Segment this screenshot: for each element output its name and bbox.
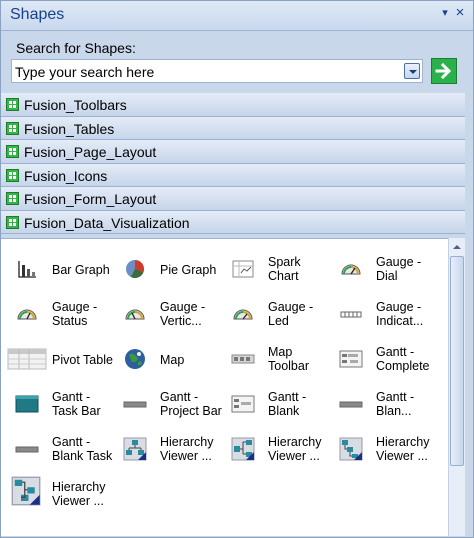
stencil-label: Fusion_Tables <box>24 120 115 137</box>
stencil-label: Fusion_Form_Layout <box>24 191 157 207</box>
panel-titlebar: Shapes ▾ × <box>1 1 473 31</box>
shape-gauge-status[interactable]: Gauge - Status <box>1 294 111 338</box>
map-toolbar-icon <box>231 354 255 364</box>
gantt-blank-2-icon <box>339 401 363 408</box>
gauge-status-icon <box>17 309 37 320</box>
pie-graph-icon <box>126 260 145 278</box>
shape-hierarchy-viewer-2[interactable]: Hierarchy Viewer ... <box>217 429 327 473</box>
gauge-vertical-icon <box>125 309 145 320</box>
shape-gauge-led[interactable]: Gauge - Led <box>217 294 327 338</box>
stencil-fusion-icons[interactable]: Fusion_Icons <box>1 163 465 187</box>
map-icon <box>125 349 145 369</box>
shape-label: Hierarchy Viewer ... <box>376 435 430 463</box>
vertical-scrollbar[interactable] <box>448 238 465 536</box>
shape-gauge-indicator[interactable]: Gauge - Indicat... <box>325 294 445 338</box>
stencil-icon <box>6 215 19 229</box>
panel-title: Shapes <box>10 6 65 23</box>
shape-hierarchy-viewer-3[interactable]: Hierarchy Viewer ... <box>325 429 445 473</box>
bar-graph-icon <box>18 261 36 278</box>
shape-label: Hierarchy Viewer ... <box>160 435 214 463</box>
shape-map[interactable]: Map <box>109 339 219 383</box>
shape-bar-graph[interactable]: Bar Graph <box>1 249 111 293</box>
close-icon[interactable]: × <box>453 5 467 21</box>
arrow-right-icon <box>435 62 452 80</box>
gantt-blank-icon <box>231 395 255 413</box>
gantt-task-bar-icon <box>15 395 39 413</box>
shape-gantt-blank-2[interactable]: Gantt - Blan... <box>325 384 445 428</box>
shape-label: Hierarchy Viewer ... <box>52 480 106 508</box>
shape-label: Gantt - Complete <box>376 345 430 373</box>
stencil-fusion-page-layout[interactable]: Fusion_Page_Layout <box>1 140 465 164</box>
shape-label: Gauge - Led <box>268 300 314 328</box>
stencil-icon <box>6 145 19 158</box>
shapes-grid: Bar Graph Pie Graph Spark Chart Gauge - … <box>1 238 448 536</box>
gantt-blank-task-icon <box>15 446 39 453</box>
shape-hierarchy-viewer-4[interactable]: Hierarchy Viewer ... <box>1 474 111 518</box>
shape-label: Gauge - Status <box>52 300 98 328</box>
search-go-button[interactable] <box>431 58 457 84</box>
stencil-icon <box>6 168 19 182</box>
stencil-label: Fusion_Data_Visualization <box>24 214 190 231</box>
stencil-fusion-data-visualization[interactable]: Fusion_Data_Visualization <box>1 210 465 234</box>
stencil-label: Fusion_Icons <box>24 167 108 184</box>
shapes-panel: Shapes ▾ × Search for Shapes: Fusion_Too… <box>0 0 474 538</box>
search-dropdown-button[interactable] <box>404 63 420 79</box>
search-label: Search for Shapes: <box>16 40 136 56</box>
stencil-icon <box>6 121 19 135</box>
stencil-fusion-toolbars[interactable]: Fusion_Toolbars <box>1 93 465 117</box>
hierarchy-viewer-icon <box>231 437 255 461</box>
shape-gauge-dial[interactable]: Gauge - Dial <box>325 249 445 293</box>
shape-label: Gauge - Indicat... <box>376 300 424 328</box>
shape-gantt-blank-task[interactable]: Gantt - Blank Task <box>1 429 113 473</box>
scrollbar-thumb[interactable] <box>450 256 464 466</box>
gauge-dial-icon <box>341 264 361 275</box>
shape-gantt-project-bar[interactable]: Gantt - Project Bar <box>109 384 222 428</box>
shape-label: Spark Chart <box>268 255 301 283</box>
stencil-fusion-tables[interactable]: Fusion_Tables <box>1 116 465 140</box>
shape-label: Gantt - Blank <box>268 390 307 418</box>
spark-chart-icon <box>232 260 254 278</box>
shape-label: Hierarchy Viewer ... <box>268 435 322 463</box>
stencil-label: Fusion_Toolbars <box>24 97 127 113</box>
gantt-project-bar-icon <box>123 401 147 408</box>
hierarchy-viewer-icon <box>11 476 41 506</box>
scroll-up-arrow-icon[interactable] <box>449 238 465 255</box>
shape-gauge-vertical[interactable]: Gauge - Vertic... <box>109 294 219 338</box>
gauge-indicator-icon <box>340 311 362 318</box>
search-input[interactable] <box>15 62 403 81</box>
stencil-fusion-form-layout[interactable]: Fusion_Form_Layout <box>1 187 465 211</box>
shape-gantt-complete[interactable]: Gantt - Complete <box>325 339 445 383</box>
pivot-table-icon <box>7 348 47 370</box>
shape-label: Map Toolbar <box>268 345 309 373</box>
shape-gantt-blank[interactable]: Gantt - Blank <box>217 384 327 428</box>
shape-label: Gauge - Dial <box>376 255 422 283</box>
shape-label: Gantt - Task Bar <box>52 390 101 418</box>
shape-label: Gantt - Blan... <box>376 390 415 418</box>
stencil-label: Fusion_Page_Layout <box>24 144 157 160</box>
stencil-icon <box>6 192 19 205</box>
shape-pie-graph[interactable]: Pie Graph <box>109 249 219 293</box>
gantt-complete-icon <box>339 350 363 368</box>
stencil-icon <box>6 98 19 111</box>
hierarchy-viewer-icon <box>339 437 363 461</box>
shape-hierarchy-viewer-1[interactable]: Hierarchy Viewer ... <box>109 429 219 473</box>
shape-label: Gantt - Blank Task <box>52 435 113 463</box>
search-box[interactable] <box>11 59 423 83</box>
shape-label: Gantt - Project Bar <box>160 390 222 418</box>
panel-menu-dropdown-icon[interactable]: ▾ <box>439 7 451 19</box>
stencil-list: Fusion_Toolbars Fusion_Tables Fusion_Pag… <box>1 93 465 234</box>
shape-gantt-task-bar[interactable]: Gantt - Task Bar <box>1 384 111 428</box>
shape-map-toolbar[interactable]: Map Toolbar <box>217 339 327 383</box>
shape-spark-chart[interactable]: Spark Chart <box>217 249 327 293</box>
hierarchy-viewer-icon <box>123 437 147 461</box>
shape-pivot-table[interactable]: Pivot Table <box>1 339 113 383</box>
gauge-led-icon <box>233 309 253 320</box>
shape-label: Gauge - Vertic... <box>160 300 206 328</box>
